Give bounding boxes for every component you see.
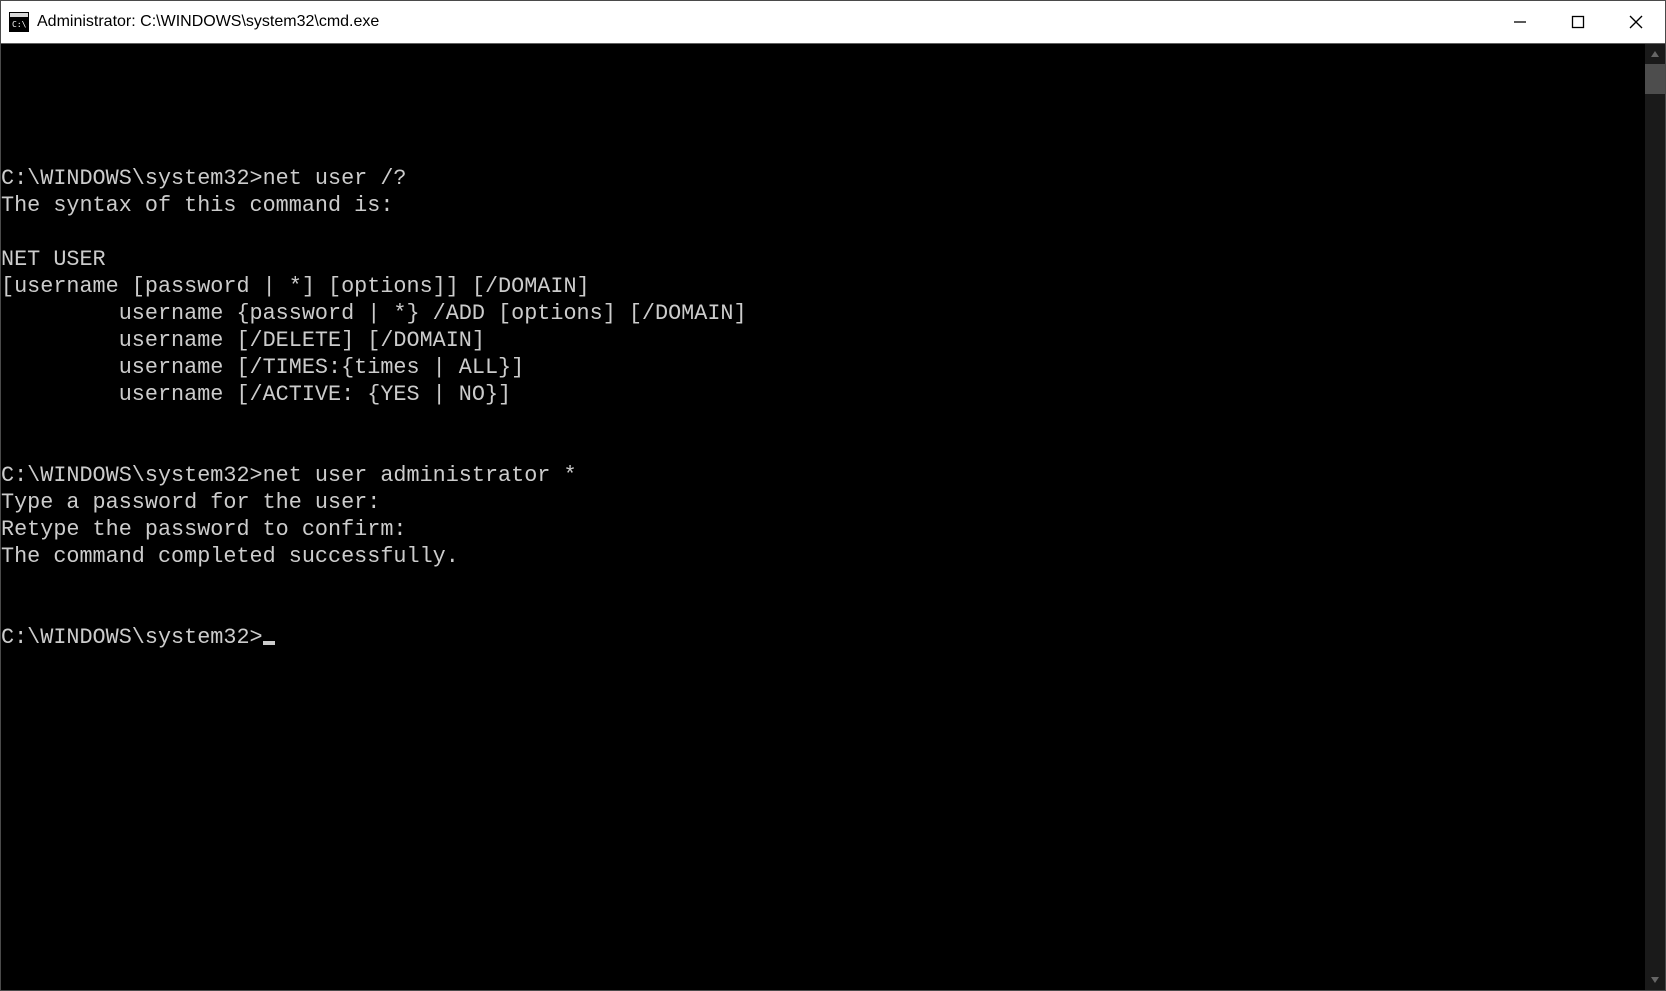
svg-text:C:\: C:\ [12, 20, 27, 29]
cursor [263, 641, 275, 645]
scroll-thumb[interactable] [1645, 64, 1665, 94]
window-title: Administrator: C:\WINDOWS\system32\cmd.e… [37, 13, 379, 31]
minimize-button[interactable] [1491, 1, 1549, 43]
maximize-button[interactable] [1549, 1, 1607, 43]
window-controls [1491, 1, 1665, 43]
cmd-window: C:\ Administrator: C:\WINDOWS\system32\c… [0, 0, 1666, 991]
cmd-icon: C:\ [9, 12, 29, 32]
terminal[interactable]: C:\WINDOWS\system32>net user /? The synt… [1, 44, 1645, 990]
scroll-up-button[interactable] [1645, 44, 1665, 64]
titlebar[interactable]: C:\ Administrator: C:\WINDOWS\system32\c… [1, 1, 1665, 43]
scroll-down-button[interactable] [1645, 970, 1665, 990]
terminal-wrapper: C:\WINDOWS\system32>net user /? The synt… [1, 43, 1665, 990]
prompt: C:\WINDOWS\system32> [1, 625, 263, 650]
scrollbar[interactable] [1645, 44, 1665, 990]
close-button[interactable] [1607, 1, 1665, 43]
terminal-output: C:\WINDOWS\system32>net user /? The synt… [1, 98, 1645, 651]
titlebar-left: C:\ Administrator: C:\WINDOWS\system32\c… [9, 12, 379, 32]
